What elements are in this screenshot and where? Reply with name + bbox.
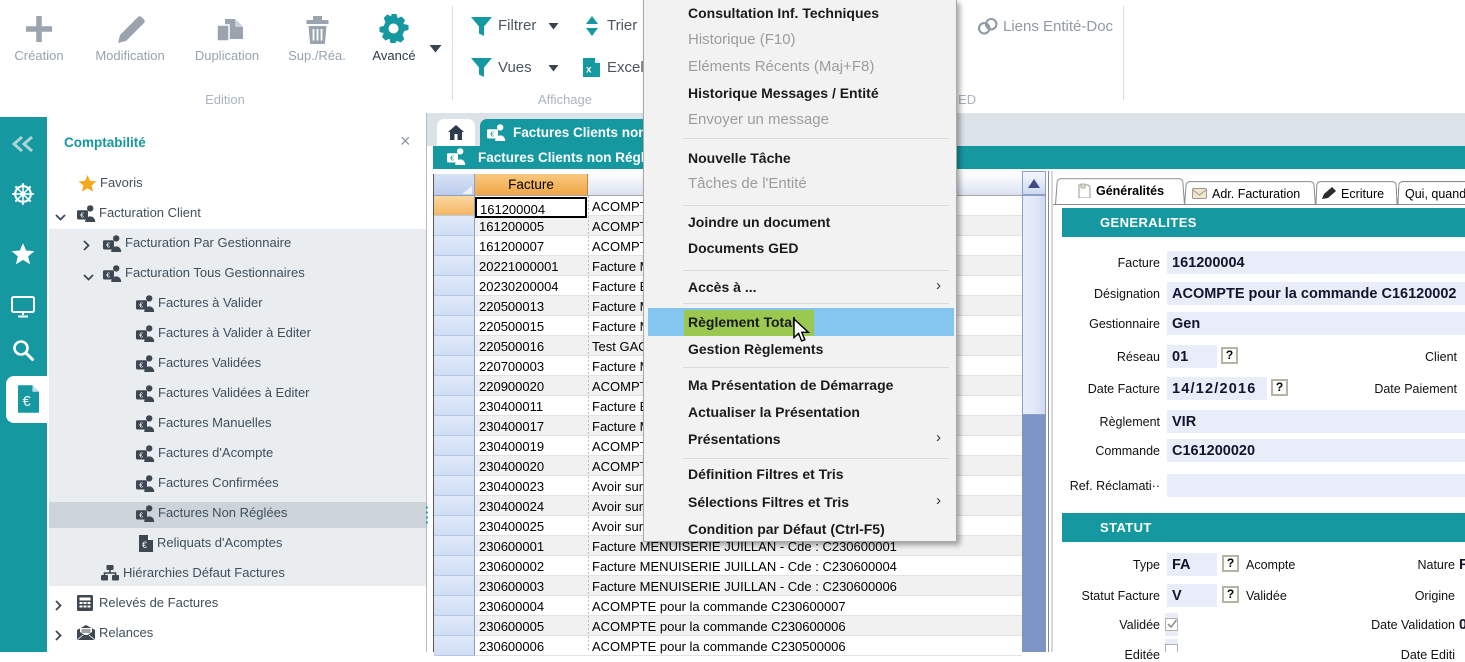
svg-text:€: € bbox=[106, 243, 110, 250]
svg-text:€: € bbox=[139, 453, 143, 460]
svg-text:€: € bbox=[142, 540, 147, 550]
svg-text:€: € bbox=[23, 394, 31, 410]
svg-text:€: € bbox=[139, 513, 143, 520]
svg-text:€: € bbox=[80, 213, 84, 220]
svg-text:€: € bbox=[490, 132, 494, 139]
svg-text:€: € bbox=[139, 423, 143, 430]
svg-text:€: € bbox=[139, 363, 143, 370]
svg-text:€: € bbox=[139, 483, 143, 490]
svg-text:€: € bbox=[106, 273, 110, 280]
svg-text:€: € bbox=[139, 303, 143, 310]
svg-text:€: € bbox=[139, 393, 143, 400]
svg-text:€: € bbox=[139, 333, 143, 340]
svg-text:€: € bbox=[450, 156, 454, 163]
svg-text:x: x bbox=[586, 65, 592, 76]
